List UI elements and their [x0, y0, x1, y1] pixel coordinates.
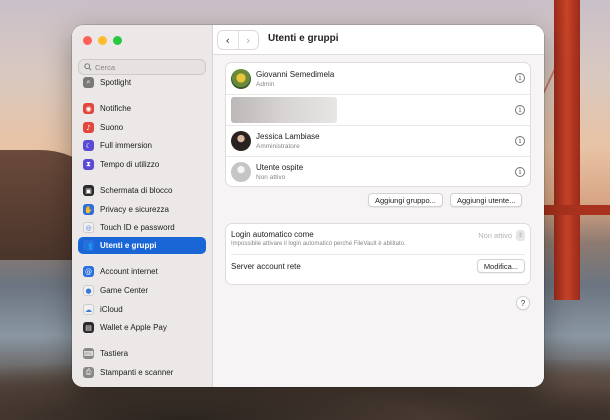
- sidebar-item-screen-time[interactable]: ⧗ Tempo di utilizzo: [78, 156, 206, 173]
- keyboard-icon: ⌨: [83, 348, 94, 359]
- main-panel: ‹ › Utenti e gruppi Giovanni Semedimela …: [213, 25, 544, 387]
- help-button[interactable]: ?: [516, 296, 530, 310]
- sidebar-item-touch-id[interactable]: ◎ Touch ID e password: [78, 219, 206, 236]
- sidebar-item-label: Game Center: [100, 286, 149, 295]
- user-role: Non attivo: [256, 174, 286, 181]
- avatar-jessica: [231, 131, 251, 151]
- sidebar-item-label: Wallet e Apple Pay: [100, 323, 167, 332]
- redacted-user-image: [231, 97, 337, 123]
- sidebar-item-game-center[interactable]: ● Game Center: [78, 282, 206, 299]
- sidebar-item-wallet[interactable]: ▤ Wallet e Apple Pay: [78, 319, 206, 336]
- spotlight-icon: ⌕: [83, 77, 94, 88]
- sound-icon: ♪: [83, 122, 94, 133]
- login-settings-group: Login automatico come Impossibile attiva…: [225, 223, 531, 285]
- sidebar-item-label: Tempo di utilizzo: [100, 160, 160, 169]
- sidebar-item-users[interactable]: 👥 Utenti e gruppi: [78, 237, 206, 254]
- user-row-guest[interactable]: Utente ospite Non attivo i: [226, 156, 530, 187]
- wallet-icon: ▤: [83, 322, 94, 333]
- search-icon: [84, 63, 92, 71]
- icloud-icon: ☁: [83, 304, 94, 315]
- toolbar: ‹ › Utenti e gruppi: [213, 25, 544, 55]
- user-row-jessica[interactable]: Jessica Lambiase Amministratore i: [226, 125, 530, 156]
- user-role: Admin: [256, 80, 275, 88]
- sidebar-item-label: Tastiera: [100, 349, 129, 358]
- sidebar-item-icloud[interactable]: ☁ iCloud: [78, 301, 206, 318]
- printer-icon: ⎙: [83, 367, 94, 378]
- avatar-giovanni: [231, 68, 251, 89]
- search-input[interactable]: [95, 62, 195, 72]
- sidebar-item-label: Schermata di blocco: [100, 186, 173, 195]
- search-box[interactable]: [78, 59, 206, 75]
- auto-login-note: Impossibile attivare il login automatico…: [231, 241, 406, 247]
- sidebar-item-lock-screen[interactable]: ▣ Schermata di blocco: [78, 182, 206, 199]
- add-group-button[interactable]: Aggiungi gruppo...: [368, 193, 443, 207]
- info-icon[interactable]: i: [515, 73, 525, 83]
- navigation-buttons: ‹ ›: [217, 30, 259, 50]
- users-list: Giovanni Semedimela Admin i i Jessica La…: [225, 62, 531, 187]
- screen-time-icon: ⧗: [83, 159, 94, 170]
- game-center-icon: ●: [83, 285, 94, 296]
- sidebar-item-label: Full immersion: [100, 141, 153, 150]
- user-role: Amministratore: [256, 143, 300, 150]
- user-name: Giovanni Semedimela: [256, 69, 335, 79]
- notifications-icon: ◉: [83, 103, 94, 114]
- focus-icon: ☾: [83, 140, 94, 151]
- internet-accounts-icon: @: [83, 266, 94, 277]
- sidebar-item-label: Account internet: [100, 267, 158, 276]
- sidebar-item-notifications[interactable]: ◉ Notifiche: [78, 100, 206, 117]
- avatar-guest: [231, 162, 251, 182]
- sidebar-item-spotlight[interactable]: ⌕ Spotlight: [78, 74, 206, 91]
- sidebar-item-label: Privacy e sicurezza: [100, 205, 169, 214]
- info-icon[interactable]: i: [515, 167, 525, 177]
- forward-button[interactable]: ›: [237, 31, 259, 49]
- network-server-label: Server account rete: [231, 262, 301, 271]
- user-name: Jessica Lambiase: [256, 132, 320, 141]
- user-name: Utente ospite: [256, 163, 304, 172]
- sidebar-item-label: Touch ID e password: [100, 223, 175, 232]
- sidebar-item-keyboard[interactable]: ⌨ Tastiera: [78, 345, 206, 362]
- sidebar-item-focus[interactable]: ☾ Full immersion: [78, 137, 206, 154]
- chevron-updown-icon: ⇕: [516, 230, 525, 241]
- sidebar-item-label: Notifiche: [100, 104, 132, 113]
- traffic-lights: [83, 36, 122, 45]
- touch-id-icon: ◎: [83, 222, 94, 233]
- sidebar-item-privacy[interactable]: ✋ Privacy e sicurezza: [78, 201, 206, 218]
- auto-login-select[interactable]: Non attivo ⇕: [478, 230, 525, 241]
- sidebar-item-label: Spotlight: [100, 78, 132, 87]
- info-icon[interactable]: i: [515, 105, 525, 115]
- users-icon: 👥: [83, 240, 94, 251]
- sidebar-item-label: iCloud: [100, 305, 123, 314]
- auto-login-value: Non attivo: [478, 231, 512, 240]
- sidebar-item-printer[interactable]: ⎙ Stampanti e scanner: [78, 364, 206, 381]
- minimize-window-button[interactable]: [98, 36, 107, 45]
- sidebar-item-sound[interactable]: ♪ Suono: [78, 119, 206, 136]
- wallpaper-bridge-deck: [535, 205, 610, 215]
- user-row-giovanni[interactable]: Giovanni Semedimela Admin i: [226, 63, 530, 94]
- sidebar: ⌕ Spotlight ◉ Notifiche ♪ Suono ☾ Full immersio…: [72, 25, 213, 387]
- sidebar-item-label: Stampanti e scanner: [100, 368, 174, 377]
- back-button[interactable]: ‹: [218, 31, 238, 49]
- sidebar-item-label: Suono: [100, 123, 124, 132]
- user-row-redacted[interactable]: i: [226, 94, 530, 125]
- modify-button[interactable]: Modifica...: [476, 259, 525, 273]
- lock-screen-icon: ▣: [83, 185, 94, 196]
- auto-login-label: Login automatico come: [231, 230, 314, 239]
- wallpaper-bridge-tower: [554, 0, 580, 300]
- divider: [231, 254, 525, 255]
- add-user-button[interactable]: Aggiungi utente...: [450, 193, 523, 207]
- page-title: Utenti e gruppi: [268, 33, 339, 44]
- privacy-icon: ✋: [83, 204, 94, 215]
- close-window-button[interactable]: [83, 36, 92, 45]
- settings-window: ⌕ Spotlight ◉ Notifiche ♪ Suono ☾ Full immersio…: [72, 25, 544, 387]
- info-icon[interactable]: i: [515, 136, 525, 146]
- sidebar-item-internet-accounts[interactable]: @ Account internet: [78, 263, 206, 280]
- zoom-window-button[interactable]: [113, 36, 122, 45]
- sidebar-item-label: Utenti e gruppi: [100, 241, 157, 250]
